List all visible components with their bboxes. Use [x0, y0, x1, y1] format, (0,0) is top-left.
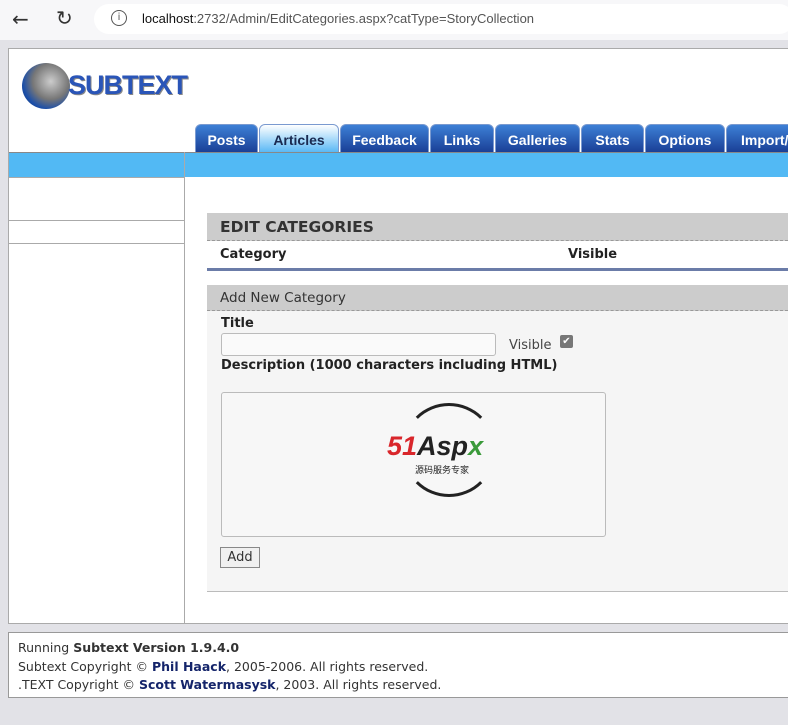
description-label: Description (1000 characters including H…	[221, 358, 558, 373]
logo-globe-icon	[22, 63, 70, 109]
back-icon[interactable]: ←	[12, 7, 29, 31]
browser-toolbar: ← ↻ i localhost:2732/Admin/EditCategorie…	[0, 0, 788, 40]
url-text[interactable]: localhost:2732/Admin/EditCategories.aspx…	[142, 11, 534, 26]
sidebar-divider	[9, 243, 184, 244]
logo-text: SUBTEXT	[68, 70, 188, 100]
title-input[interactable]	[221, 333, 496, 356]
scott-watermasysk-link[interactable]: Scott Watermasysk	[139, 677, 276, 692]
footer-version: Running Subtext Version 1.9.4.0	[18, 640, 240, 655]
add-button[interactable]: Add	[220, 547, 260, 568]
watermark-brand: 51Aspx	[387, 431, 484, 461]
tab-stats[interactable]: Stats	[581, 124, 644, 153]
tab-feedback[interactable]: Feedback	[340, 124, 429, 153]
tab-links[interactable]: Links	[430, 124, 494, 153]
subnav-bar	[9, 152, 788, 177]
title-label: Title	[221, 316, 254, 331]
tab-posts[interactable]: Posts	[195, 124, 258, 153]
description-textarea[interactable]: 51Aspx 源码服务专家	[221, 392, 606, 537]
divider	[9, 177, 184, 178]
watermark-tagline: 源码服务专家	[415, 466, 470, 476]
column-category: Category	[220, 247, 287, 262]
tab-options[interactable]: Options	[645, 124, 725, 153]
subtext-logo[interactable]: SUBTEXT	[20, 60, 188, 110]
add-category-heading: Add New Category	[207, 285, 788, 311]
sidebar-border	[184, 152, 185, 623]
info-icon[interactable]: i	[111, 10, 127, 26]
reload-icon[interactable]: ↻	[56, 6, 73, 30]
tab-galleries[interactable]: Galleries	[495, 124, 580, 153]
edit-categories-heading: EDIT CATEGORIES	[207, 213, 788, 241]
categories-table-header: Category Visible	[207, 241, 788, 271]
visible-label: Visible	[509, 338, 552, 353]
tab-import[interactable]: Import/	[726, 124, 788, 153]
sidebar-divider	[9, 220, 184, 221]
tab-articles[interactable]: Articles	[259, 124, 339, 153]
column-visible: Visible	[568, 247, 618, 262]
phil-haack-link[interactable]: Phil Haack	[152, 659, 226, 674]
footer: Running Subtext Version 1.9.4.0 Subtext …	[8, 632, 788, 698]
visible-checkbox[interactable]: ✔	[560, 335, 573, 348]
